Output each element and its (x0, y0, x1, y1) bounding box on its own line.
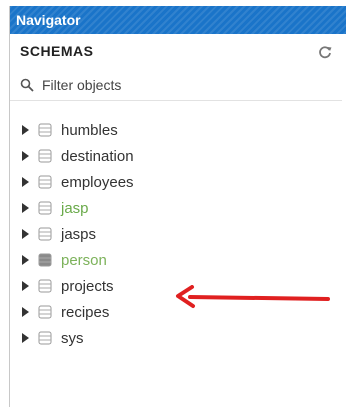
navigator-panel: Navigator SCHEMAS humbles destination empl… (9, 6, 346, 407)
expand-arrow-icon[interactable] (22, 307, 29, 317)
schema-item-label: employees (61, 173, 134, 191)
schema-item-jasps[interactable]: jasps (10, 221, 346, 247)
expand-arrow-icon[interactable] (22, 151, 29, 161)
filter-input[interactable] (42, 77, 282, 93)
red-arrow-annotation (176, 285, 330, 308)
schema-item-sys[interactable]: sys (10, 325, 346, 351)
search-icon (20, 78, 34, 92)
schema-item-person[interactable]: person (10, 247, 346, 273)
database-icon (38, 331, 52, 345)
expand-arrow-icon[interactable] (22, 203, 29, 213)
expand-arrow-icon[interactable] (22, 255, 29, 265)
expand-arrow-icon[interactable] (22, 125, 29, 135)
schema-item-label: person (61, 251, 107, 269)
schema-item-label: projects (61, 277, 114, 295)
filter-box[interactable] (10, 70, 342, 101)
schema-item-label: recipes (61, 303, 110, 321)
schema-item-humbles[interactable]: humbles (10, 117, 346, 143)
database-icon (38, 175, 52, 189)
database-icon (38, 123, 52, 137)
schema-item-employees[interactable]: employees (10, 169, 346, 195)
schema-tree: humbles destination employees jasp jasps pers… (10, 117, 346, 351)
schemas-header: SCHEMAS (10, 34, 346, 68)
schema-item-label: humbles (61, 121, 118, 139)
expand-arrow-icon[interactable] (22, 177, 29, 187)
navigator-title: Navigator (10, 6, 346, 34)
expand-arrow-icon[interactable] (22, 333, 29, 343)
expand-arrow-icon[interactable] (22, 281, 29, 291)
schema-item-destination[interactable]: destination (10, 143, 346, 169)
database-icon (38, 279, 52, 293)
schemas-label: SCHEMAS (20, 43, 94, 59)
database-icon (38, 253, 52, 267)
schema-item-jasp[interactable]: jasp (10, 195, 346, 221)
expand-arrow-icon[interactable] (22, 229, 29, 239)
schema-item-label: destination (61, 147, 134, 165)
schema-item-label: jasps (61, 225, 97, 243)
database-icon (38, 305, 52, 319)
schema-item-label: jasp (61, 199, 89, 217)
schema-item-label: sys (61, 329, 84, 347)
database-icon (38, 149, 52, 163)
database-icon (38, 201, 52, 215)
refresh-icon[interactable] (318, 45, 332, 59)
database-icon (38, 227, 52, 241)
